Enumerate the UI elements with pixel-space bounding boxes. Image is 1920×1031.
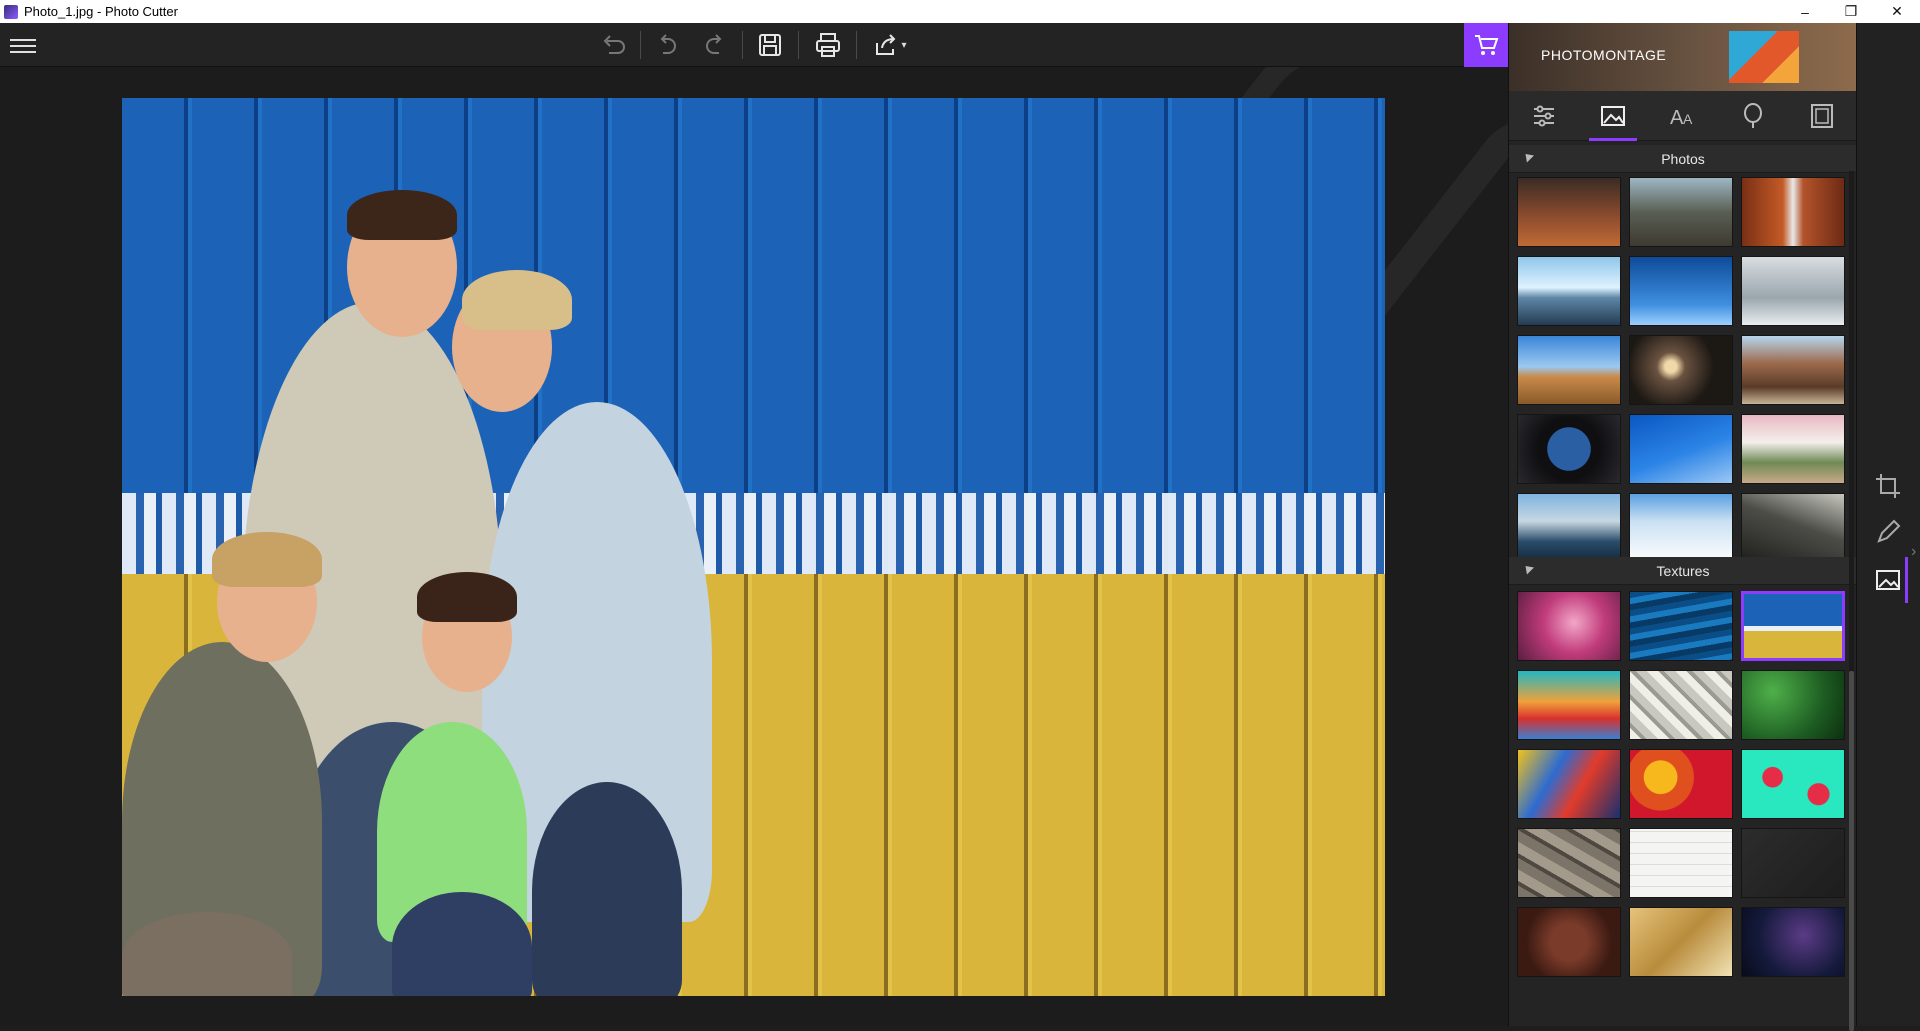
textures-section-title: Textures — [1656, 562, 1710, 579]
photos-section-title: Photos — [1661, 150, 1705, 167]
photo-thumb-blue-sky-trail[interactable] — [1629, 414, 1733, 484]
background-icon[interactable] — [1871, 563, 1905, 597]
right-tool-rail: › — [1856, 23, 1920, 1026]
redo-icon[interactable] — [696, 29, 732, 61]
frame-icon — [1811, 103, 1834, 128]
texture-thumb-dark-leather[interactable] — [1741, 828, 1845, 898]
photo-thumb-glacier-lake[interactable] — [1517, 256, 1621, 326]
main-toolbar: ▾ — [0, 23, 1508, 67]
texture-thumb-abstract-paint[interactable] — [1517, 749, 1621, 819]
texture-thumb-flowers[interactable] — [1629, 749, 1733, 819]
save-icon[interactable] — [752, 29, 788, 61]
canvas-area[interactable] — [0, 67, 1508, 1026]
crop-icon[interactable] — [1871, 469, 1905, 503]
texture-thumb-paint-stroke[interactable] — [1517, 670, 1621, 740]
photo-thumb-stormy-road[interactable] — [1741, 493, 1845, 563]
image-icon — [1601, 105, 1626, 126]
sliders-icon — [1533, 105, 1554, 126]
collapse-icon[interactable] — [1521, 562, 1535, 575]
photo-thumb-blue-sky[interactable] — [1629, 256, 1733, 326]
share-dropdown-icon[interactable]: ▾ — [901, 40, 906, 51]
photo-thumb-snowy-slope[interactable] — [1629, 493, 1733, 563]
photos-grid — [1517, 177, 1847, 563]
undo-icon[interactable] — [596, 29, 632, 61]
texture-thumb-green-leaves[interactable] — [1741, 670, 1845, 740]
photo-thumb-dry-tree-desert[interactable] — [1517, 335, 1621, 405]
close-button[interactable]: ✕ — [1874, 0, 1920, 23]
undo-step-icon[interactable] — [650, 29, 686, 61]
photos-section-header[interactable]: Photos — [1509, 145, 1857, 173]
texture-thumb-strawberries-mint[interactable] — [1741, 749, 1845, 819]
textures-grid — [1517, 591, 1847, 1021]
texture-thumb-stone-wall[interactable] — [1517, 828, 1621, 898]
print-icon[interactable] — [810, 29, 846, 61]
tab-backgrounds[interactable] — [1585, 93, 1641, 141]
cart-button[interactable] — [1464, 23, 1508, 67]
svg-text:A: A — [1683, 111, 1693, 127]
photo-thumb-desert-sunset[interactable] — [1517, 177, 1621, 247]
cart-icon — [1475, 35, 1499, 55]
photo-thumb-space-station-window[interactable] — [1517, 414, 1621, 484]
expand-rail-icon[interactable]: › — [1911, 543, 1916, 561]
window-title: Photo_1.jpg - Photo Cutter — [24, 4, 178, 19]
tab-adjustments[interactable] — [1516, 93, 1572, 139]
family-cutout[interactable] — [122, 162, 712, 996]
share-icon[interactable]: ▾ — [866, 29, 914, 61]
photomontage-banner[interactable]: PHOTOMONTAGE — [1509, 23, 1857, 91]
app-icon — [4, 4, 18, 19]
tab-stickers[interactable] — [1725, 93, 1781, 139]
photo-canvas[interactable] — [122, 98, 1385, 996]
banner-label: PHOTOMONTAGE — [1541, 47, 1667, 63]
active-tool-indicator — [1905, 557, 1908, 603]
photo-thumb-canyon-waterfall[interactable] — [1741, 177, 1845, 247]
photo-thumb-wedding-aisle[interactable] — [1741, 414, 1845, 484]
banner-logo-icon — [1729, 31, 1799, 83]
tab-text[interactable]: AA — [1655, 93, 1711, 139]
photo-thumb-venice-gondolas[interactable] — [1517, 493, 1621, 563]
collapse-icon[interactable] — [1521, 150, 1535, 163]
panel-tabs: AA — [1509, 91, 1857, 141]
texture-thumb-starry-sky[interactable] — [1741, 907, 1845, 977]
photo-thumb-dark-spotlight[interactable] — [1629, 335, 1733, 405]
text-icon: AA — [1670, 107, 1693, 128]
texture-thumb-newspaper-collage[interactable] — [1629, 670, 1733, 740]
texture-thumb-pink-smoke[interactable] — [1517, 591, 1621, 661]
texture-thumb-white-brick[interactable] — [1629, 828, 1733, 898]
minimize-button[interactable]: – — [1782, 0, 1828, 23]
photo-thumb-lighthouse-sea[interactable] — [1741, 256, 1845, 326]
photo-thumb-western-saloon[interactable] — [1741, 335, 1845, 405]
window-controls: – ❐ ✕ — [1782, 0, 1920, 23]
texture-thumb-golden-abstract[interactable] — [1629, 907, 1733, 977]
svg-text:A: A — [1670, 107, 1684, 128]
tab-frames[interactable] — [1794, 93, 1850, 139]
texture-thumb-brown-leather[interactable] — [1517, 907, 1621, 977]
panel-scrollbar[interactable] — [1849, 171, 1854, 1031]
restore-button[interactable]: ❐ — [1828, 0, 1874, 23]
side-panel: PHOTOMONTAGE AA Photos Textures — [1508, 23, 1857, 1031]
title-bar: Photo_1.jpg - Photo Cutter – ❐ ✕ — [0, 0, 1920, 23]
photo-thumb-mountain-valley[interactable] — [1629, 177, 1733, 247]
texture-thumb-blue-yellow-fence[interactable] — [1741, 591, 1845, 661]
textures-section-header[interactable]: Textures — [1509, 557, 1857, 585]
balloon-icon — [1743, 102, 1762, 128]
menu-icon[interactable] — [10, 35, 36, 55]
texture-thumb-blue-water[interactable] — [1629, 591, 1733, 661]
brush-icon[interactable] — [1871, 515, 1905, 549]
